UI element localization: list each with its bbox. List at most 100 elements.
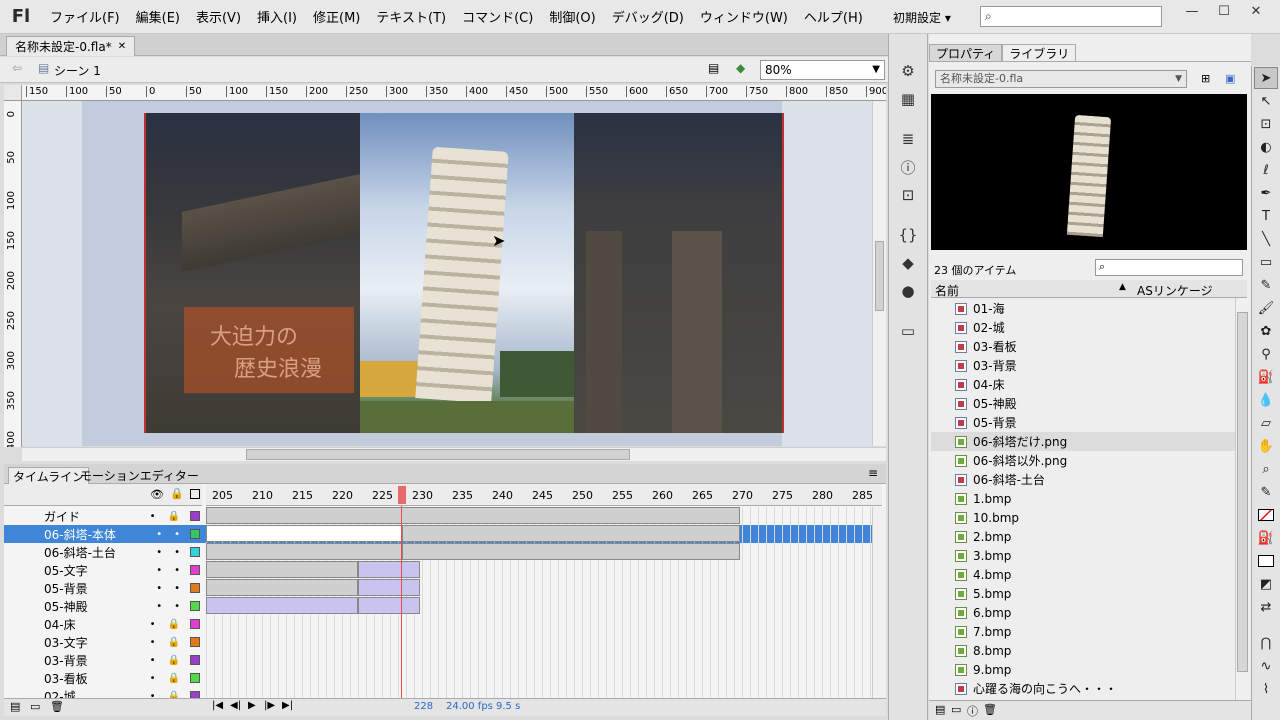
3d-rotation-tool-icon[interactable]: ◐ bbox=[1254, 136, 1278, 158]
library-item[interactable]: 心躍る海の向こうへ・・・ bbox=[931, 679, 1237, 698]
menu-insert[interactable]: 挿入(I) bbox=[249, 7, 305, 26]
layer-name[interactable]: 03-看板 bbox=[4, 670, 118, 687]
library-item[interactable]: 10.bmp bbox=[931, 508, 1237, 527]
frame-rate[interactable]: 24.00 fps bbox=[446, 701, 493, 712]
rectangle-tool-icon[interactable]: ▭ bbox=[1254, 251, 1278, 273]
color-icon[interactable]: ● bbox=[894, 280, 922, 302]
layer-color-swatch[interactable] bbox=[190, 619, 200, 629]
library-item[interactable]: 9.bmp bbox=[931, 660, 1237, 679]
lock-toggle[interactable]: 🔒 bbox=[168, 655, 180, 666]
frame-ruler[interactable]: 205 210 215 220 225 230 235 240 245 250 255 260 265 2… bbox=[206, 484, 882, 506]
pasteboard[interactable]: 大迫力の 歴史浪漫 ➤ bbox=[22, 101, 874, 446]
tab-library[interactable]: ライブラリ bbox=[1002, 44, 1077, 61]
library-item[interactable]: 2.bmp bbox=[931, 527, 1237, 546]
smooth-icon[interactable]: ∿ bbox=[1254, 655, 1278, 677]
project-icon[interactable]: ▭ bbox=[894, 320, 922, 342]
motion-tween[interactable] bbox=[358, 561, 420, 578]
layer-color-swatch[interactable] bbox=[190, 565, 200, 575]
new-folder-icon[interactable]: ▭ bbox=[951, 703, 961, 716]
library-item[interactable]: 01-海 bbox=[931, 299, 1237, 318]
visibility-dot[interactable]: • bbox=[150, 619, 156, 630]
layer-frames[interactable] bbox=[206, 651, 882, 669]
lock-toggle[interactable]: • bbox=[174, 601, 180, 612]
library-item[interactable]: 06-斜塔以外.png bbox=[931, 451, 1237, 470]
layer-color-swatch[interactable] bbox=[190, 583, 200, 593]
new-folder-icon[interactable]: ▭ bbox=[30, 700, 40, 713]
lock-toggle[interactable]: 🔒 bbox=[168, 637, 180, 648]
layer-row[interactable]: 03-看板 • 🔒 bbox=[4, 669, 882, 687]
sort-icon[interactable]: ▲ bbox=[1119, 282, 1126, 292]
library-scrollbar[interactable] bbox=[1235, 298, 1249, 700]
layer-name[interactable]: ガイド bbox=[4, 508, 118, 525]
library-item[interactable]: 03-背景 bbox=[931, 356, 1237, 375]
eyedropper-tool-icon[interactable]: 💧 bbox=[1254, 389, 1278, 411]
pencil-tool-icon[interactable]: ✎ bbox=[1254, 274, 1278, 296]
maximize-button[interactable]: ☐ bbox=[1208, 2, 1240, 20]
visibility-dot[interactable]: • bbox=[156, 583, 162, 594]
swatches-icon[interactable]: ▦ bbox=[894, 88, 922, 110]
library-item[interactable]: 06-斜塔だけ.png bbox=[931, 432, 1237, 451]
visibility-dot[interactable]: • bbox=[150, 511, 156, 522]
layer-frames[interactable] bbox=[206, 633, 882, 651]
menu-file[interactable]: ファイル(F) bbox=[42, 7, 128, 26]
layer-toggles[interactable]: • 🔒 bbox=[118, 655, 190, 666]
new-library-icon[interactable]: ▣ bbox=[1225, 72, 1235, 85]
library-item[interactable]: 5.bmp bbox=[931, 584, 1237, 603]
frame-span[interactable] bbox=[206, 507, 740, 524]
frame-span[interactable] bbox=[402, 525, 740, 542]
layer-frames[interactable] bbox=[206, 669, 882, 687]
back-arrow-icon[interactable]: ⇦ bbox=[12, 61, 22, 75]
layer-name[interactable]: 05-文字 bbox=[4, 562, 118, 579]
lock-toggle[interactable]: 🔒 bbox=[168, 619, 180, 630]
free-transform-tool-icon[interactable]: ⊡ bbox=[1254, 113, 1278, 135]
library-search-input[interactable]: ⌕ bbox=[1095, 259, 1243, 276]
eraser-tool-icon[interactable]: ▱ bbox=[1254, 412, 1278, 434]
lock-icon[interactable]: 🔒 bbox=[170, 487, 184, 500]
tab-motion-editor[interactable]: モーションエディター bbox=[76, 467, 203, 484]
library-item[interactable]: 05-背景 bbox=[931, 413, 1237, 432]
library-item[interactable]: 03-看板 bbox=[931, 337, 1237, 356]
layer-name[interactable]: 05-神殿 bbox=[4, 598, 118, 615]
frame-span[interactable] bbox=[206, 543, 402, 560]
delete-layer-icon[interactable]: 🗑 bbox=[50, 700, 64, 713]
align-icon[interactable]: ≣ bbox=[894, 128, 922, 150]
outline-icon[interactable] bbox=[190, 489, 200, 499]
layer-toggles[interactable]: • 🔒 bbox=[118, 511, 190, 522]
paint-bucket-tool-icon[interactable]: ⛽ bbox=[1254, 366, 1278, 388]
library-doc-select[interactable]: 名称未設定-0.fla ▼ bbox=[935, 70, 1187, 88]
frame-span[interactable] bbox=[206, 525, 402, 542]
lasso-tool-icon[interactable]: ℓ bbox=[1254, 159, 1278, 181]
visibility-dot[interactable]: • bbox=[150, 673, 156, 684]
layer-color-swatch[interactable] bbox=[190, 673, 200, 683]
fill-swatch[interactable] bbox=[1254, 550, 1278, 572]
visibility-dot[interactable]: • bbox=[156, 547, 162, 558]
menu-window[interactable]: ウィンドウ(W) bbox=[692, 7, 796, 26]
go-last-frame-icon[interactable]: ▶| bbox=[282, 700, 293, 711]
lock-toggle[interactable]: 🔒 bbox=[168, 511, 180, 522]
lock-toggle[interactable]: • bbox=[174, 565, 180, 576]
column-name[interactable]: 名前 bbox=[935, 282, 959, 299]
menu-view[interactable]: 表示(V) bbox=[188, 7, 249, 26]
scroll-thumb[interactable] bbox=[875, 241, 884, 311]
hand-tool-icon[interactable]: ✋ bbox=[1254, 435, 1278, 457]
help-search-input[interactable]: ⌕ bbox=[980, 6, 1162, 27]
scroll-thumb[interactable] bbox=[1237, 312, 1248, 672]
panel-menu-icon[interactable]: ≡ bbox=[868, 466, 878, 480]
properties-icon[interactable]: ⓘ bbox=[967, 703, 978, 719]
library-item[interactable]: 1.bmp bbox=[931, 489, 1237, 508]
visibility-dot[interactable]: • bbox=[150, 655, 156, 666]
visibility-dot[interactable]: • bbox=[156, 601, 162, 612]
column-linkage[interactable]: ASリンケージ bbox=[1137, 282, 1213, 299]
close-tab-icon[interactable]: ✕ bbox=[118, 41, 126, 52]
components-icon[interactable]: ◆ bbox=[894, 252, 922, 274]
current-frame[interactable]: 228 bbox=[414, 701, 433, 712]
delete-icon[interactable]: 🗑 bbox=[983, 703, 997, 716]
black-white-icon[interactable]: ◩ bbox=[1254, 573, 1278, 595]
layer-name[interactable]: 03-文字 bbox=[4, 634, 118, 651]
layer-toggles[interactable]: • • bbox=[118, 565, 190, 576]
layer-name[interactable]: 04-床 bbox=[4, 616, 118, 633]
step-forward-icon[interactable]: |▶ bbox=[264, 700, 275, 711]
workspace-switcher[interactable]: 初期設定 ▾ bbox=[893, 9, 951, 26]
info-icon[interactable]: ⓘ bbox=[894, 156, 922, 178]
layer-toggles[interactable]: • • bbox=[118, 601, 190, 612]
